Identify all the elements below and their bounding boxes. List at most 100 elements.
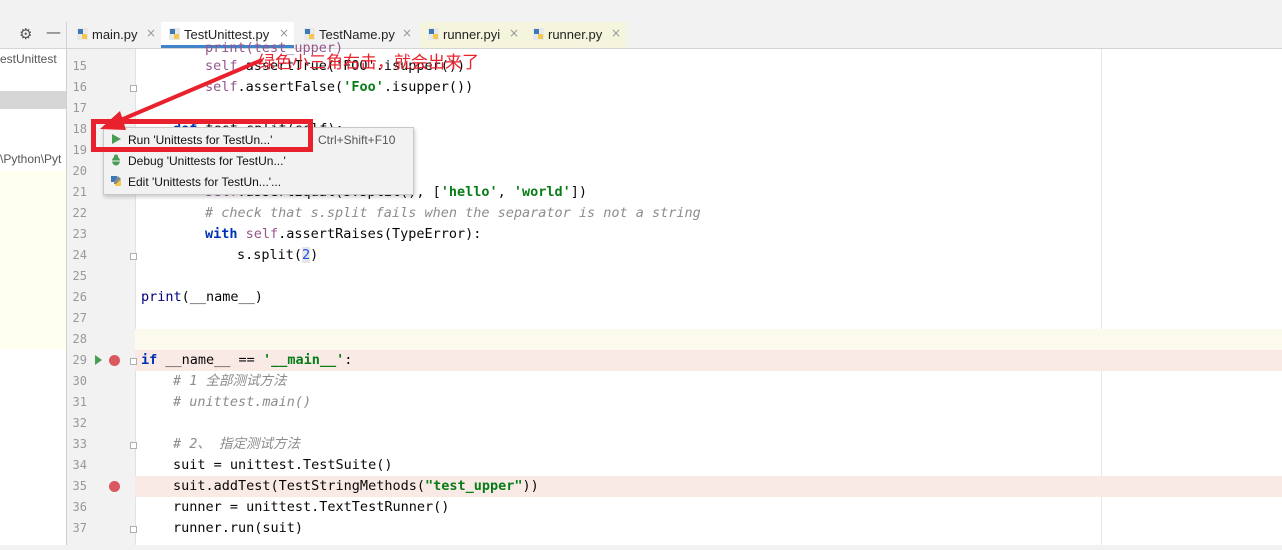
code-token: , — [497, 184, 514, 200]
annotation-text: 绿色小三角右击，就会出来了 — [258, 53, 479, 73]
line-number: 19 — [72, 143, 87, 157]
code-token: "test_upper" — [424, 478, 523, 494]
tab-runner-py[interactable]: runner.py × — [525, 22, 627, 48]
title-bar — [0, 0, 1282, 23]
code-token: 'Foo' — [343, 79, 384, 95]
line-number: 34 — [72, 458, 87, 472]
code-comment: # 1 全部测试方法 — [173, 373, 287, 389]
edit-config-icon — [111, 176, 121, 186]
line-number: 24 — [72, 248, 87, 262]
line-number: 16 — [72, 80, 87, 94]
tab-runner-pyi[interactable]: runner.pyi × — [420, 22, 525, 48]
fold-icon[interactable] — [130, 253, 137, 260]
line-number: 20 — [72, 164, 87, 178]
code-token: self — [205, 58, 238, 74]
right-margin-guide — [1101, 49, 1102, 550]
line-number: 29 — [72, 353, 87, 367]
project-tree-selected-row[interactable] — [0, 91, 66, 109]
code-token: .isupper()) — [383, 79, 474, 95]
code-token: self — [245, 226, 279, 242]
project-tree-path[interactable]: \Python\Pyt — [0, 152, 61, 166]
code-line: suit.addTest(TestStringMethods("test_upp… — [173, 476, 539, 497]
tab-label: runner.pyi — [443, 27, 501, 42]
line-number: 26 — [72, 290, 87, 304]
code-line: suit = unittest.TestSuite() — [173, 457, 393, 473]
debug-icon — [111, 154, 121, 166]
close-icon[interactable]: × — [611, 26, 621, 40]
project-panel-toolbar: ⚙ — — [0, 22, 66, 49]
python-file-icon — [169, 28, 180, 40]
tab-label: main.py — [92, 27, 138, 42]
tab-label: runner.py — [548, 27, 603, 42]
menu-item-edit-configuration[interactable]: Edit 'Unittests for TestUn...'... — [104, 171, 413, 192]
fold-icon[interactable] — [130, 442, 137, 449]
code-token: self — [205, 79, 238, 95]
code-token: 'hello' — [440, 184, 498, 200]
close-icon[interactable]: × — [402, 26, 412, 40]
fold-icon[interactable] — [130, 85, 137, 92]
line-number: 27 — [72, 311, 87, 325]
code-line: print(__name__) — [141, 287, 263, 308]
line-number: 31 — [72, 395, 87, 409]
menu-item-label: Debug 'Unittests for TestUn...' — [128, 154, 286, 168]
project-tree-highlight — [0, 171, 66, 349]
caret-line-highlight — [135, 329, 1282, 350]
gear-icon[interactable]: ⚙ — [19, 25, 32, 43]
line-number: 37 — [72, 521, 87, 535]
breakpoint-icon[interactable] — [109, 355, 120, 366]
fold-icon[interactable] — [130, 358, 137, 365]
line-number: 15 — [72, 59, 87, 73]
code-line: with self.assertRaises(TypeError): — [205, 224, 481, 245]
menu-item-shortcut: Ctrl+Shift+F10 — [318, 133, 396, 147]
code-line: runner = unittest.TextTestRunner() — [173, 499, 450, 515]
python-file-icon — [77, 28, 88, 40]
code-token: .assertRaises(TypeError): — [278, 226, 482, 242]
breakpoint-icon[interactable] — [109, 481, 120, 492]
line-number: 35 — [72, 479, 87, 493]
code-comment: # check that s.split fails when the sepa… — [205, 205, 701, 221]
code-token: 2 — [302, 247, 311, 263]
code-token: .assertFalse( — [237, 79, 344, 95]
line-number: 22 — [72, 206, 87, 220]
code-token: (__name__) — [181, 289, 263, 305]
code-token: with — [205, 226, 238, 242]
line-number: 33 — [72, 437, 87, 451]
close-icon[interactable]: × — [509, 26, 519, 40]
code-token: ]) — [570, 184, 588, 200]
fold-icon[interactable] — [130, 526, 137, 533]
line-number: 23 — [72, 227, 87, 241]
line-number: 25 — [72, 269, 87, 283]
line-number: 18 — [72, 122, 87, 136]
line-number: 17 — [72, 101, 87, 115]
code-token: if — [141, 352, 158, 368]
code-comment: # 2、 指定测试方法 — [173, 436, 301, 452]
line-number: 32 — [72, 416, 87, 430]
code-comment: # unittest.main() — [173, 394, 312, 410]
line-number: 36 — [72, 500, 87, 514]
minimize-icon[interactable]: — — [46, 23, 61, 41]
line-number: 30 — [72, 374, 87, 388]
line-number: 21 — [72, 185, 87, 199]
code-line: runner.run(suit) — [173, 520, 304, 536]
code-token: ) — [310, 247, 319, 263]
code-token: print — [141, 289, 182, 305]
project-panel: ⚙ — estUnittest \Python\Pyt — [0, 22, 67, 550]
code-token: )) — [522, 478, 539, 494]
code-line: if __name__ == '__main__': — [141, 350, 352, 371]
code-token: __name__ == — [157, 352, 263, 368]
annotation-highlight-box — [91, 119, 313, 152]
menu-item-debug[interactable]: Debug 'Unittests for TestUn...' — [104, 150, 413, 171]
menu-item-label: Edit 'Unittests for TestUn...'... — [128, 175, 282, 189]
tab-main-py[interactable]: main.py × — [69, 22, 161, 48]
code-token: '__main__' — [262, 352, 345, 368]
close-icon[interactable]: × — [146, 26, 156, 40]
project-tree-item[interactable]: estUnittest — [0, 52, 57, 66]
code-line: s.split(2) — [237, 245, 318, 266]
python-file-icon — [533, 28, 544, 40]
code-token: : — [344, 352, 353, 368]
code-token: 'world' — [513, 184, 571, 200]
python-stub-file-icon — [428, 28, 439, 40]
code-token: s.split( — [237, 247, 303, 263]
run-gutter-icon[interactable] — [95, 355, 102, 365]
